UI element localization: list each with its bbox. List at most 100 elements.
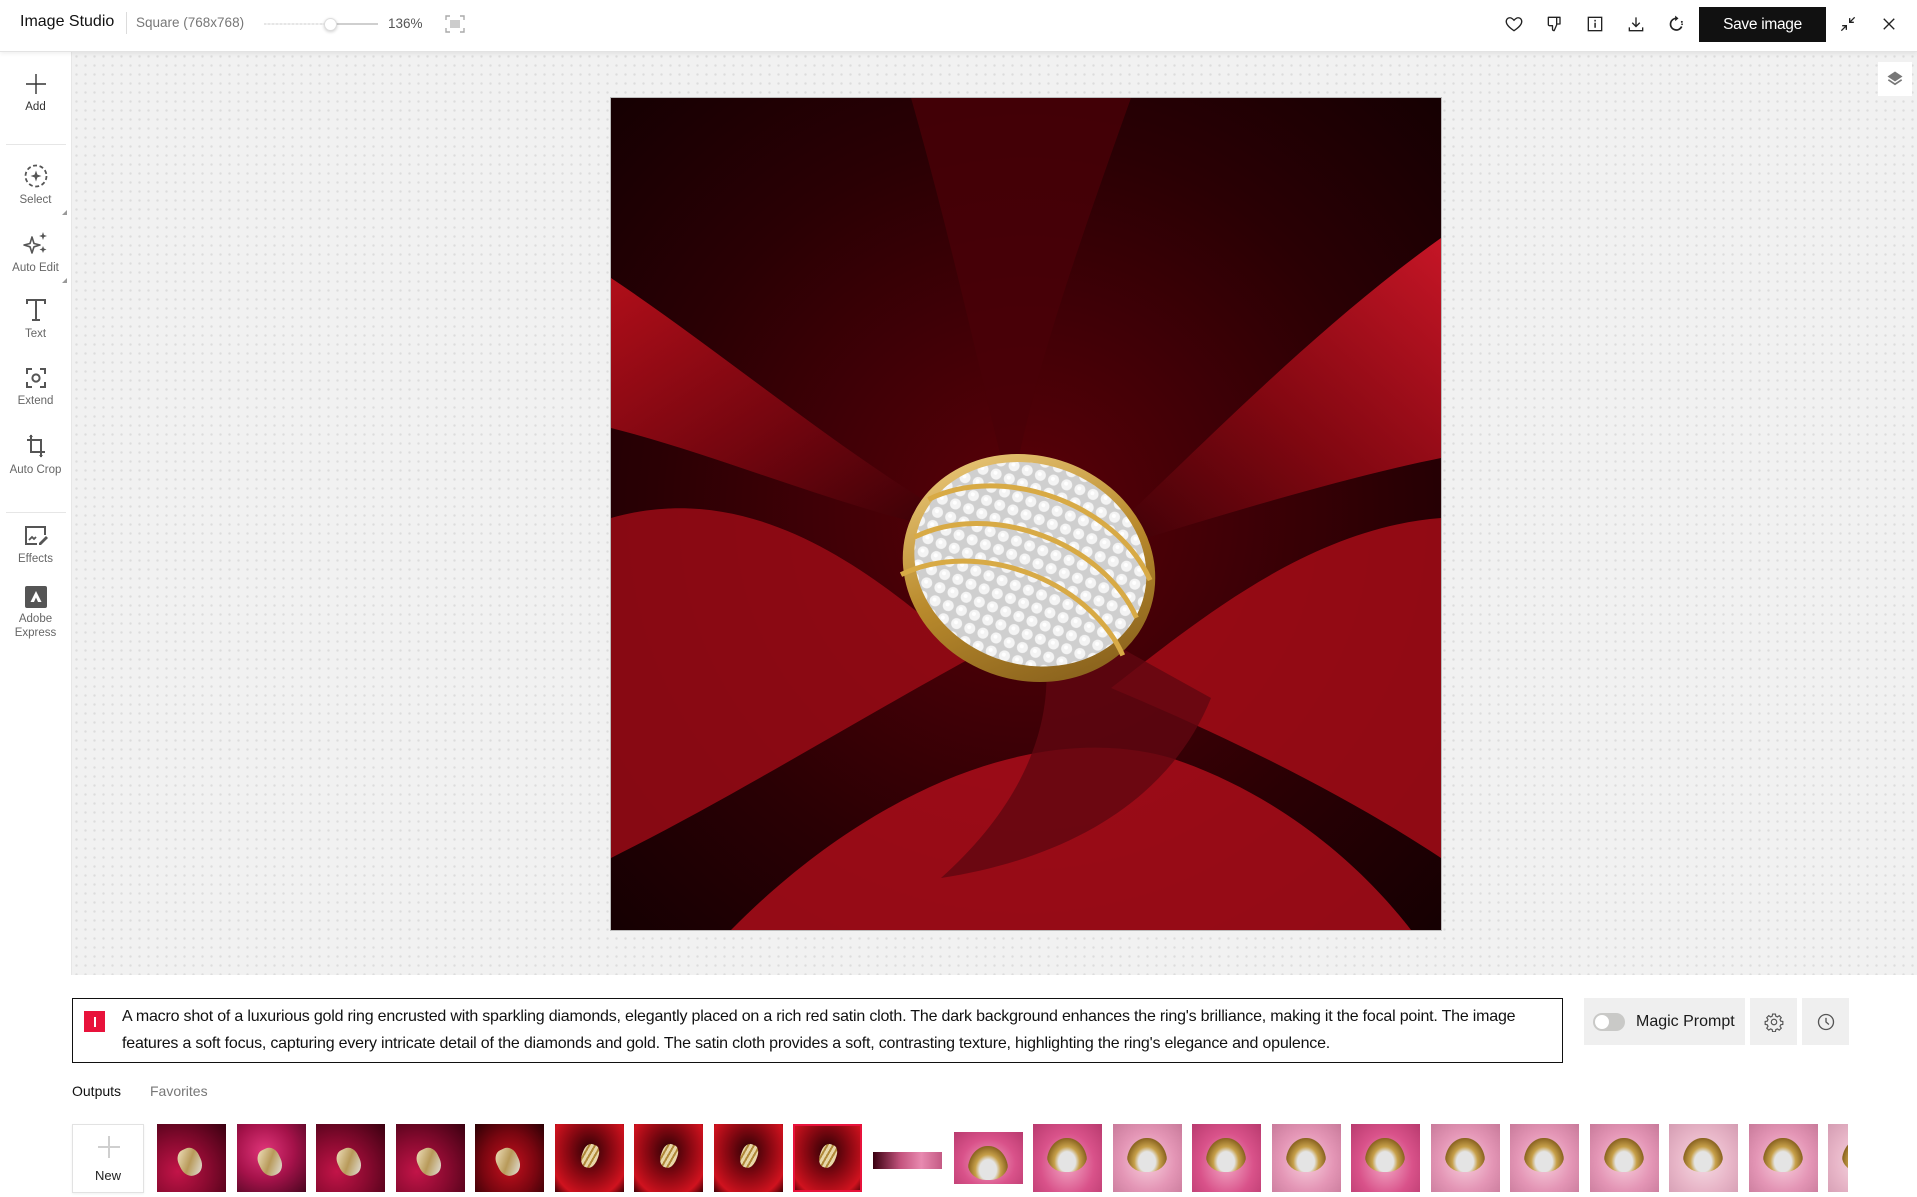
ring-preview <box>1047 1138 1087 1172</box>
ring-preview <box>967 1146 1008 1180</box>
submenu-indicator <box>62 278 67 283</box>
output-thumbnail[interactable] <box>1430 1124 1500 1192</box>
canvas-size-label[interactable]: Square (768x768) <box>136 15 244 30</box>
output-thumbnail[interactable] <box>1192 1124 1261 1192</box>
info-icon <box>1587 16 1603 32</box>
gear-icon <box>1764 1013 1783 1032</box>
output-thumbnail[interactable] <box>872 1152 942 1169</box>
favorite-button[interactable] <box>1502 12 1526 36</box>
zoom-level: 136% <box>388 16 423 31</box>
ring-preview <box>1842 1138 1848 1172</box>
output-thumbnail[interactable] <box>634 1124 703 1192</box>
close-button[interactable] <box>1877 12 1901 36</box>
ring-preview <box>1206 1138 1246 1172</box>
crop-icon <box>26 434 45 458</box>
output-thumbnail[interactable] <box>1748 1124 1818 1192</box>
output-thumbnail[interactable] <box>713 1124 783 1192</box>
output-thumbnail[interactable] <box>316 1124 385 1192</box>
refresh-icon <box>1669 15 1683 31</box>
output-thumbnail[interactable] <box>953 1132 1023 1184</box>
heart-icon <box>1505 17 1523 32</box>
ring-preview <box>1285 1138 1326 1172</box>
ring-preview <box>174 1144 206 1180</box>
app-title: Image Studio <box>20 13 115 30</box>
tool-label: Auto Edit <box>12 262 59 274</box>
new-output-button[interactable]: New <box>72 1124 144 1193</box>
tool-add[interactable]: Add <box>0 72 71 114</box>
ring-preview <box>577 1141 602 1171</box>
prompt-text[interactable]: A macro shot of a luxurious gold ring en… <box>122 1003 1542 1057</box>
tool-auto-crop[interactable]: Auto Crop <box>0 433 71 477</box>
ring-preview <box>1126 1138 1167 1172</box>
sparkle-icon <box>22 232 47 254</box>
ring-preview <box>1683 1138 1723 1172</box>
top-bar: Image Studio Square (768x768) 136% Save … <box>0 0 1917 52</box>
tab-outputs[interactable]: Outputs <box>72 1083 121 1099</box>
zoom-slider-track-filled <box>264 23 331 25</box>
plus-icon <box>98 1136 120 1158</box>
output-thumbnails <box>157 1124 1848 1197</box>
effects-icon <box>24 526 48 545</box>
info-button[interactable] <box>1583 12 1607 36</box>
ring-preview <box>1444 1138 1485 1172</box>
regenerate-button[interactable] <box>1664 12 1688 36</box>
output-thumbnail[interactable] <box>1589 1124 1659 1192</box>
layers-icon <box>1887 71 1903 86</box>
adobe-express-icon <box>24 586 47 608</box>
thumbs-down-icon <box>1547 16 1561 32</box>
save-image-button[interactable]: Save image <box>1699 7 1826 42</box>
layers-button[interactable] <box>1878 62 1912 96</box>
output-thumbnail[interactable] <box>1669 1124 1738 1192</box>
close-icon <box>1883 18 1895 30</box>
dislike-button[interactable] <box>1543 12 1567 36</box>
zoom-slider[interactable] <box>264 16 378 32</box>
tool-label: Text <box>24 328 47 340</box>
output-thumbnail[interactable] <box>475 1124 544 1192</box>
tool-adobe-express[interactable]: Adobe Express <box>0 586 71 640</box>
ring-preview <box>253 1144 286 1180</box>
output-thumbnail[interactable] <box>236 1124 306 1192</box>
output-thumbnail[interactable] <box>1828 1124 1848 1192</box>
minimize-button[interactable] <box>1836 12 1860 36</box>
output-thumbnail[interactable] <box>554 1124 624 1192</box>
fit-to-screen-button[interactable] <box>444 14 466 34</box>
tool-extend[interactable]: Extend <box>0 366 71 408</box>
history-button[interactable] <box>1802 998 1849 1045</box>
output-thumbnail[interactable] <box>1510 1124 1579 1192</box>
tool-label: Extend <box>17 395 54 407</box>
tool-text[interactable]: Text <box>0 297 71 341</box>
settings-button[interactable] <box>1750 998 1797 1045</box>
output-thumbnail[interactable] <box>1351 1124 1420 1192</box>
output-thumbnail[interactable] <box>793 1124 862 1192</box>
output-thumbnail[interactable] <box>1112 1124 1182 1192</box>
ring-on-satin-image <box>611 98 1441 930</box>
ring-preview <box>657 1141 681 1171</box>
toggle-switch[interactable] <box>1593 1012 1625 1031</box>
tool-select[interactable]: Select <box>0 163 71 215</box>
generated-image[interactable] <box>611 98 1441 930</box>
tab-favorites[interactable]: Favorites <box>150 1083 208 1099</box>
toggle-knob <box>1595 1014 1609 1029</box>
zoom-slider-handle[interactable] <box>324 18 338 31</box>
output-thumbnail[interactable] <box>1271 1124 1341 1192</box>
output-thumbnail[interactable] <box>1033 1124 1102 1192</box>
zoom-slider-track <box>330 23 378 25</box>
output-thumbnail[interactable] <box>157 1124 226 1192</box>
output-thumbnail[interactable] <box>395 1124 465 1192</box>
prompt-input[interactable]: A macro shot of a luxurious gold ring en… <box>72 998 1563 1063</box>
tool-label: Auto Crop <box>9 464 62 476</box>
ring-preview <box>1365 1138 1405 1172</box>
tool-auto-edit[interactable]: Auto Edit <box>0 231 71 283</box>
download-button[interactable] <box>1624 12 1648 36</box>
sidebar-divider <box>6 144 66 145</box>
fit-to-screen-icon <box>445 15 465 33</box>
tool-label: Adobe Express <box>14 613 57 639</box>
ring-preview <box>333 1144 365 1180</box>
tool-effects[interactable]: Effects <box>0 524 71 566</box>
ring-preview <box>1762 1138 1803 1172</box>
clock-icon <box>1817 1013 1834 1030</box>
select-icon <box>24 164 47 188</box>
magic-prompt-label: Magic Prompt <box>1636 1012 1735 1030</box>
download-icon <box>1628 17 1644 32</box>
magic-prompt-toggle[interactable]: Magic Prompt <box>1584 998 1745 1045</box>
